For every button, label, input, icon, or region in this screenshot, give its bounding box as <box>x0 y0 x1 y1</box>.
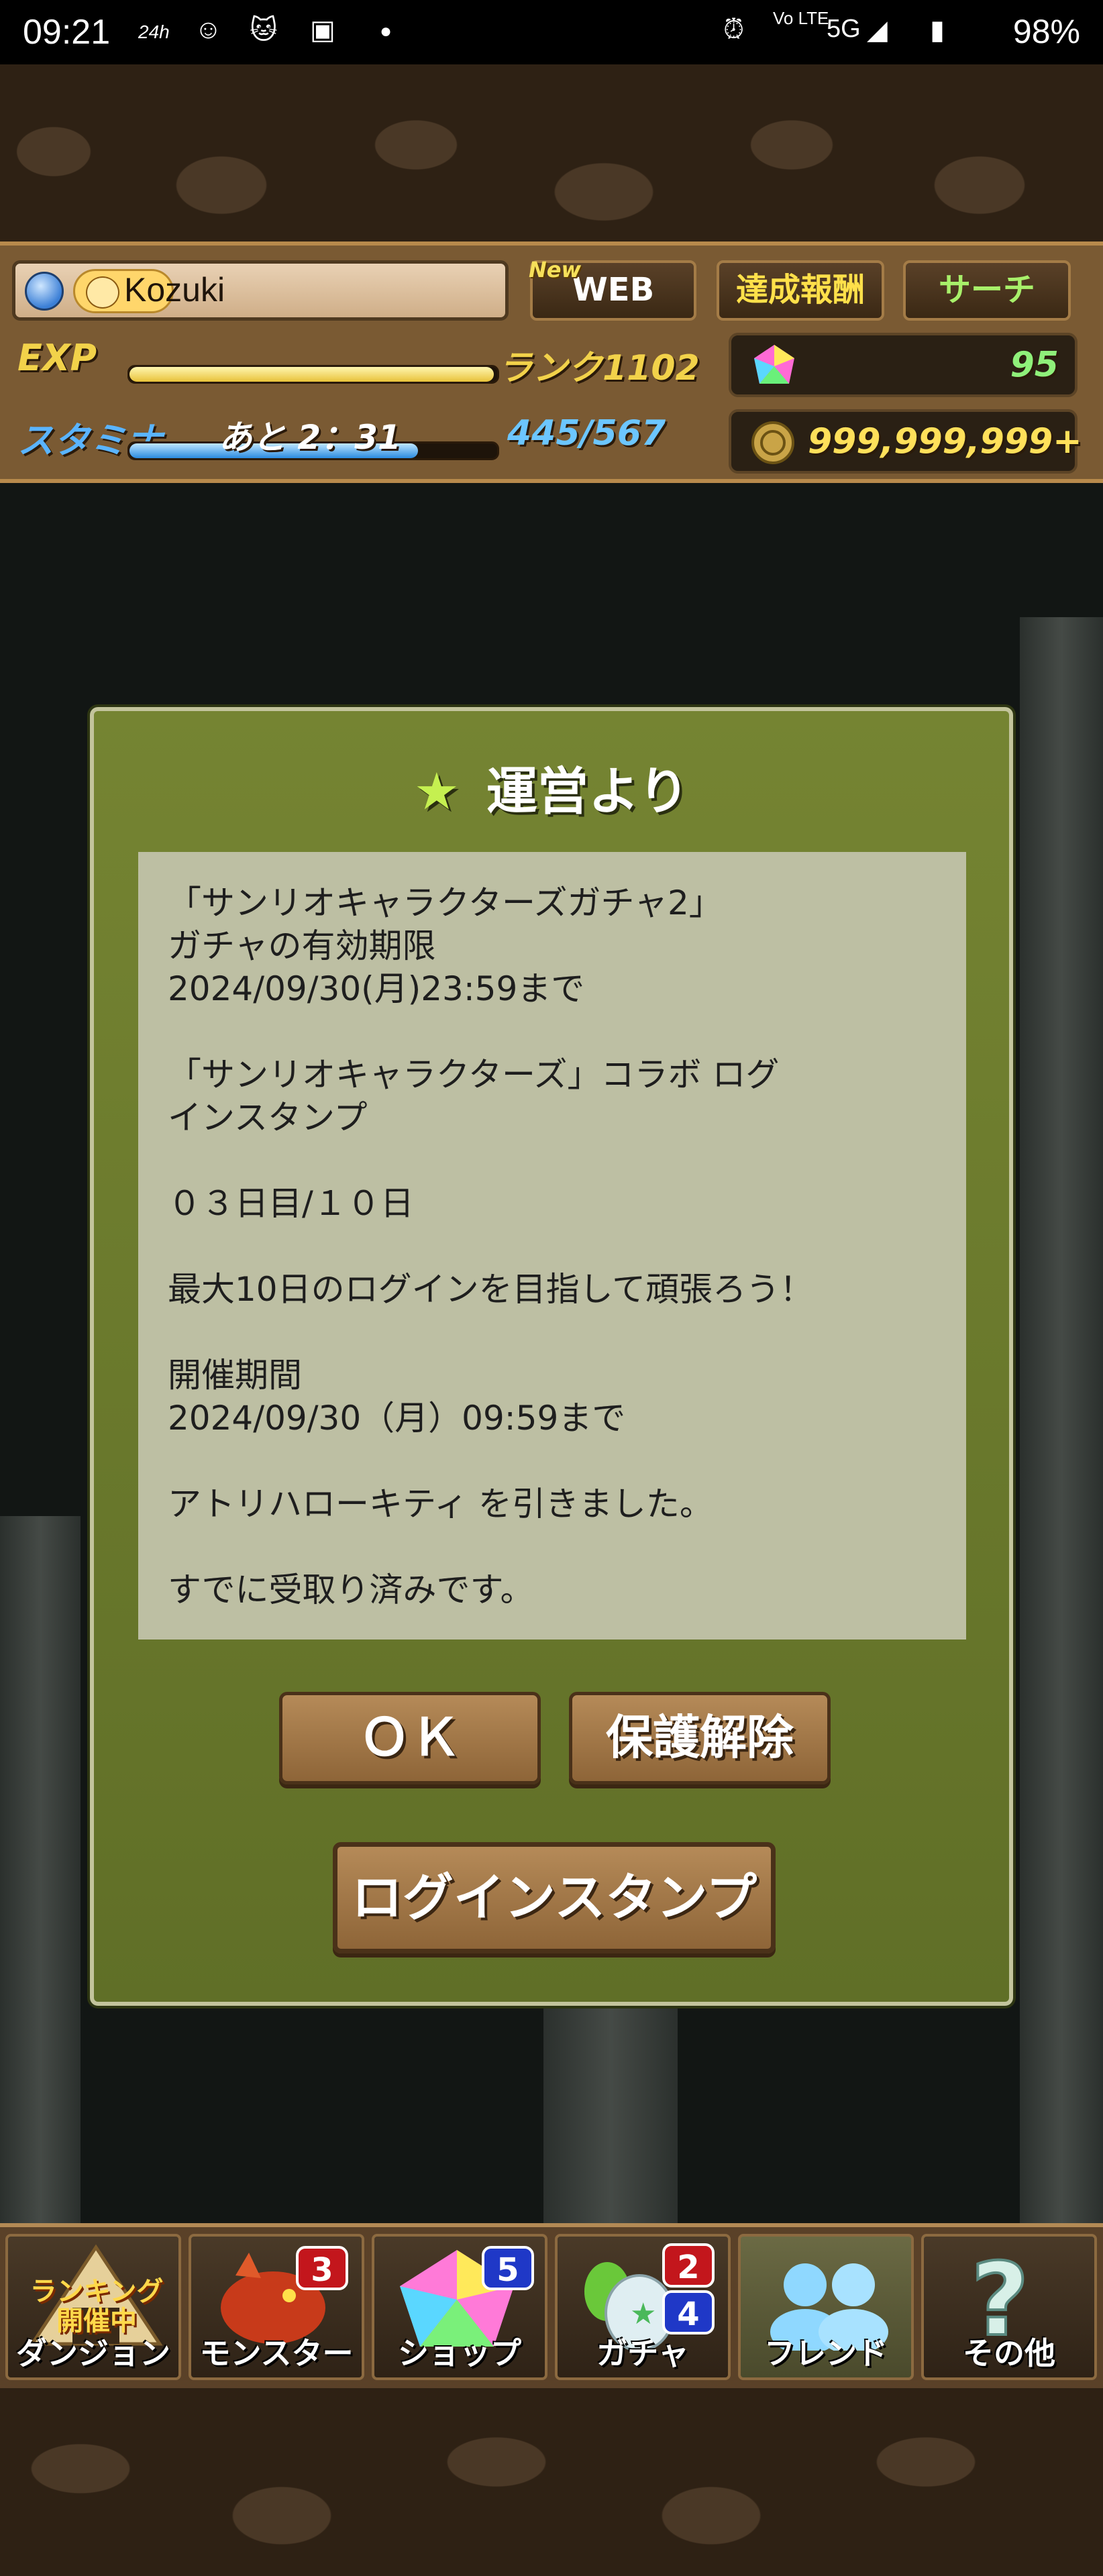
clock: 09:21 <box>23 13 111 52</box>
magic-stone-box[interactable]: 95 <box>729 333 1078 397</box>
alarm-icon: ⏰︎ <box>723 15 745 44</box>
nav-dungeon[interactable]: ランキング開催中 ダンジョン <box>5 2234 181 2380</box>
cat-icon: 🐱︎ <box>250 15 278 45</box>
ok-button[interactable]: ＯＫ <box>279 1692 541 1784</box>
nav-dungeon-label: ダンジョン <box>16 2335 170 2371</box>
search-label: サーチ <box>938 271 1035 309</box>
svg-text:★: ★ <box>630 2297 656 2331</box>
monster-badge: 3 <box>296 2246 348 2290</box>
rank-text: ランク1102 <box>498 348 700 388</box>
message-line: 「サンリオキャラクターズ」コラボ ログ <box>168 1055 780 1094</box>
signal-icon: ◢ <box>867 15 888 45</box>
message-line: 2024/09/30(月)23:59まで <box>168 969 585 1008</box>
exp-bar <box>127 365 499 384</box>
rock-background-top <box>0 64 1103 241</box>
message-line <box>168 1440 937 1483</box>
message-line: 最大10日のログインを目指して頑張ろう！ <box>168 1270 814 1309</box>
coin-count: 999,999,999+ <box>808 421 1082 462</box>
gacha-badge-blue: 4 <box>662 2290 715 2334</box>
message-line: ０３日目/１０日 <box>168 1184 414 1223</box>
unprotect-button-label: 保護解除 <box>606 1710 794 1765</box>
coin-box[interactable]: 999,999,999+ <box>729 409 1082 474</box>
24h-icon: 24h <box>138 21 170 42</box>
notice-dialog: ★ 運営より 「サンリオキャラクターズガチャ2」 ガチャの有効期限 2024/09… <box>90 707 1013 2006</box>
magic-stone-count: 95 <box>1010 345 1059 385</box>
dialog-title: ★ 運営より <box>94 750 1009 824</box>
ranking-event-label: ランキング開催中 <box>30 2276 164 2337</box>
search-button[interactable]: サーチ <box>903 260 1071 321</box>
achievement-rewards-label: 達成報酬 <box>735 271 865 309</box>
battery-percent: 98% <box>1012 13 1080 50</box>
nav-other[interactable]: ? その他 <box>921 2234 1097 2380</box>
login-stamp-button-label: ログインスタンプ <box>351 1868 757 1927</box>
battery-icon: ▮ <box>930 15 945 45</box>
gacha-badge-red: 2 <box>662 2243 715 2288</box>
stamina-value: 445/567 <box>507 413 666 453</box>
stamina-timer: あと 2：31 <box>219 418 401 457</box>
message-line: インスタンプ <box>168 1098 368 1137</box>
stone-pillar <box>543 2006 678 2227</box>
pompompurin-face-icon <box>86 276 119 309</box>
shop-badge: 5 <box>482 2246 534 2290</box>
web-button-label: WEB <box>572 271 655 309</box>
player-name: Kozuki <box>124 271 225 309</box>
nav-shop[interactable]: 5 ショップ <box>372 2234 547 2380</box>
status-bar: 09:21 24h ☺ 🐱︎ ▣ ● ⏰︎ Vo LTE 5G ◢ ▮ 98% <box>0 0 1103 64</box>
bottom-nav: ランキング開催中 ダンジョン 3 モンスター 5 ショップ ★ 2 4 ガチャ <box>0 2223 1103 2388</box>
new-tag: New <box>529 257 582 282</box>
exp-label: EXP <box>17 337 97 379</box>
nav-shop-label: ショップ <box>398 2335 521 2371</box>
dialog-title-text: 運営より <box>486 761 690 821</box>
nav-gacha[interactable]: ★ 2 4 ガチャ <box>555 2234 731 2380</box>
dot-icon: ● <box>380 20 392 42</box>
star-icon: ★ <box>413 761 460 821</box>
message-line <box>168 1311 937 1354</box>
achievement-rewards-button[interactable]: 達成報酬 <box>717 260 884 321</box>
attribute-orb-icon <box>25 272 64 311</box>
nav-friend[interactable]: フレンド <box>738 2234 914 2380</box>
stone-pillar <box>1020 617 1103 2227</box>
coin-icon <box>751 421 794 464</box>
smiley-icon: ☺ <box>195 15 222 44</box>
twitch-icon: ▣ <box>310 15 335 45</box>
unprotect-button[interactable]: 保護解除 <box>569 1692 831 1784</box>
message-box: 「サンリオキャラクターズガチャ2」 ガチャの有効期限 2024/09/30(月)… <box>138 852 966 1640</box>
exp-bar-fill <box>129 367 494 382</box>
message-line <box>168 1225 937 1268</box>
stone-pillar <box>0 1516 81 2227</box>
ok-button-label: ＯＫ <box>359 1707 461 1767</box>
nav-friend-label: フレンド <box>764 2335 888 2371</box>
player-name-bar[interactable]: Kozuki <box>12 260 509 321</box>
web-button[interactable]: New WEB <box>529 257 696 321</box>
message-line: アトリハローキティ を引きました。 <box>168 1485 713 1523</box>
message-line: ガチャの有効期限 <box>168 926 436 965</box>
nav-other-label: その他 <box>963 2335 1055 2371</box>
message-line: 開催期間 <box>168 1356 302 1395</box>
nav-monster-label: モンスター <box>199 2335 354 2371</box>
nav-monster[interactable]: 3 モンスター <box>189 2234 364 2380</box>
message-line <box>168 1010 937 1053</box>
message-line: 2024/09/30（月）09:59まで <box>168 1399 626 1438</box>
message-line <box>168 1139 937 1182</box>
network-type: 5G <box>827 15 861 43</box>
volte-indicator: Vo LTE <box>773 8 829 28</box>
rock-background-bottom <box>0 2388 1103 2576</box>
nav-gacha-label: ガチャ <box>596 2335 689 2371</box>
player-header: Kozuki New WEB 達成報酬 サーチ EXP ランク1102 スタミナ… <box>0 241 1103 483</box>
login-stamp-button[interactable]: ログインスタンプ <box>333 1842 776 1953</box>
magic-stone-icon <box>754 345 794 384</box>
message-line <box>168 1525 937 1568</box>
message-line: 「サンリオキャラクターズガチャ2」 <box>168 883 723 922</box>
message-line: すでに受取り済みです。 <box>168 1570 534 1609</box>
